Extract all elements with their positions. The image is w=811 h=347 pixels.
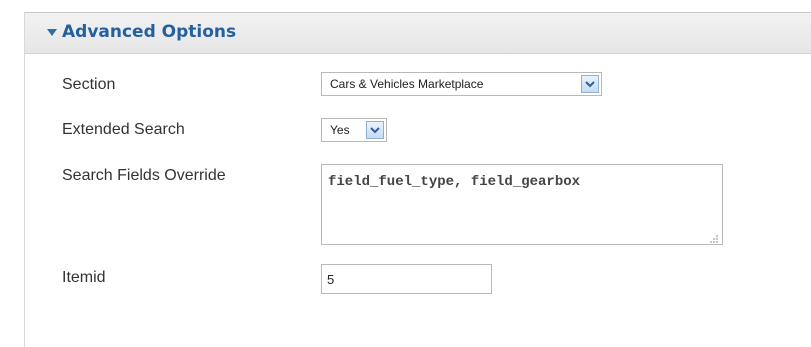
- extended-search-select[interactable]: Yes: [321, 118, 387, 142]
- itemid-label: Itemid: [62, 269, 106, 286]
- panel-header[interactable]: Advanced Options: [25, 13, 811, 54]
- section-select[interactable]: Cars & Vehicles Marketplace: [321, 72, 602, 96]
- triangle-down-icon[interactable]: [47, 29, 57, 36]
- extended-search-select-value: Yes: [330, 123, 350, 137]
- chevron-down-icon[interactable]: [366, 121, 384, 139]
- extended-search-label: Extended Search: [62, 121, 185, 138]
- chevron-down-icon[interactable]: [581, 75, 599, 93]
- section-select-value: Cars & Vehicles Marketplace: [330, 77, 484, 91]
- itemid-input[interactable]: 5: [321, 264, 492, 294]
- itemid-value: 5: [327, 272, 335, 287]
- panel-title[interactable]: Advanced Options: [62, 22, 236, 42]
- resize-grip-icon[interactable]: [709, 231, 719, 243]
- search-fields-override-textarea[interactable]: field_fuel_type, field_gearbox: [321, 164, 723, 245]
- search-fields-override-label: Search Fields Override: [62, 167, 226, 184]
- search-fields-override-value: field_fuel_type, field_gearbox: [328, 174, 581, 190]
- section-label: Section: [62, 76, 116, 93]
